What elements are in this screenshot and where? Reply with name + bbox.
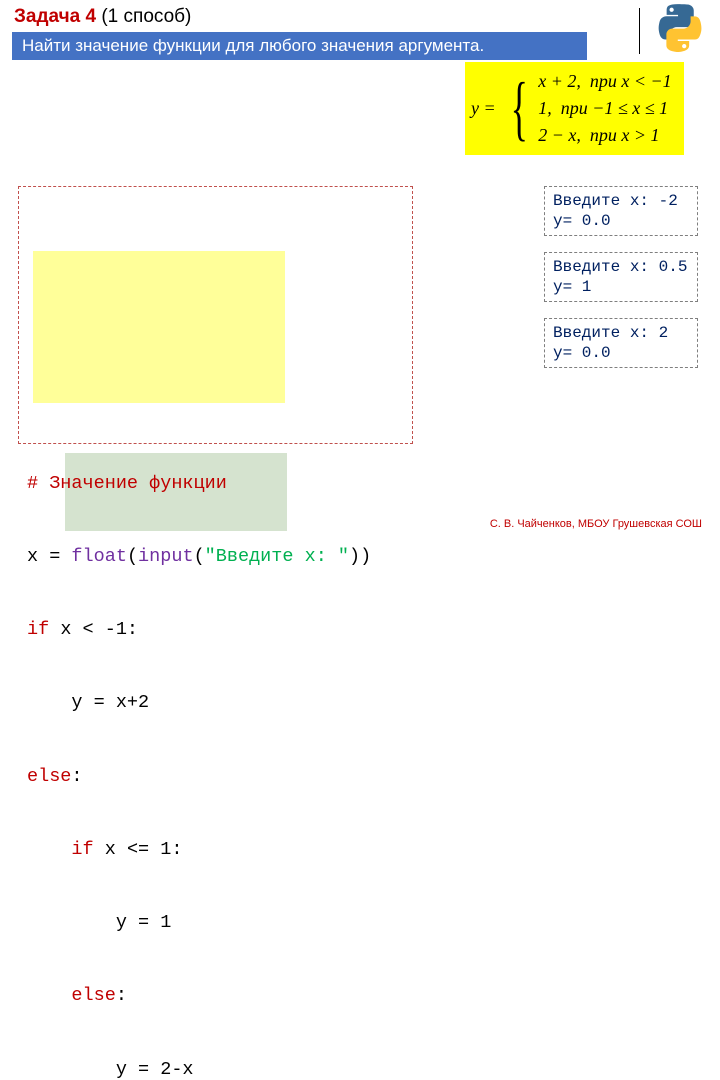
out3-result: y= 0.0 <box>553 343 689 363</box>
task-description: Найти значение функции для любого значен… <box>12 32 587 60</box>
case2-expr: 1, <box>538 98 552 118</box>
code-comment: # Значение функции <box>27 473 227 494</box>
out2-result: y= 1 <box>553 277 689 297</box>
out1-result: y= 0.0 <box>553 211 689 231</box>
case3-expr: 2 − x, <box>538 125 581 145</box>
footer-credit: С. В. Чайченков, МБОУ Грушевская СОШ <box>490 518 702 530</box>
piecewise-formula: y = { x + 2, при x < −1 1, при −1 ≤ x ≤ … <box>465 62 684 155</box>
out3-input: Введите x: 2 <box>553 323 689 343</box>
output-sample-3: Введите x: 2 y= 0.0 <box>544 318 698 368</box>
highlight-outer <box>33 251 285 403</box>
header-divider <box>639 8 640 54</box>
output-sample-2: Введите x: 0.5 y= 1 <box>544 252 698 302</box>
code-listing: # Значение функции x = float(input("Введ… <box>18 186 413 444</box>
case3-cond: при x > 1 <box>590 125 660 145</box>
python-logo-icon <box>654 4 702 57</box>
formula-lhs: y = <box>471 98 496 119</box>
case1-expr: x + 2, <box>538 71 581 91</box>
brace-icon: { <box>510 78 527 139</box>
slide-header: Задача 4 (1 способ) <box>0 0 720 30</box>
output-sample-1: Введите x: -2 y= 0.0 <box>544 186 698 236</box>
case1-cond: при x < −1 <box>590 71 672 91</box>
out2-input: Введите x: 0.5 <box>553 257 689 277</box>
case2-cond: при −1 ≤ x ≤ 1 <box>561 98 668 118</box>
title-suffix: (1 способ) <box>96 6 191 27</box>
out1-input: Введите x: -2 <box>553 191 689 211</box>
title-prefix: Задача 4 <box>14 6 96 27</box>
